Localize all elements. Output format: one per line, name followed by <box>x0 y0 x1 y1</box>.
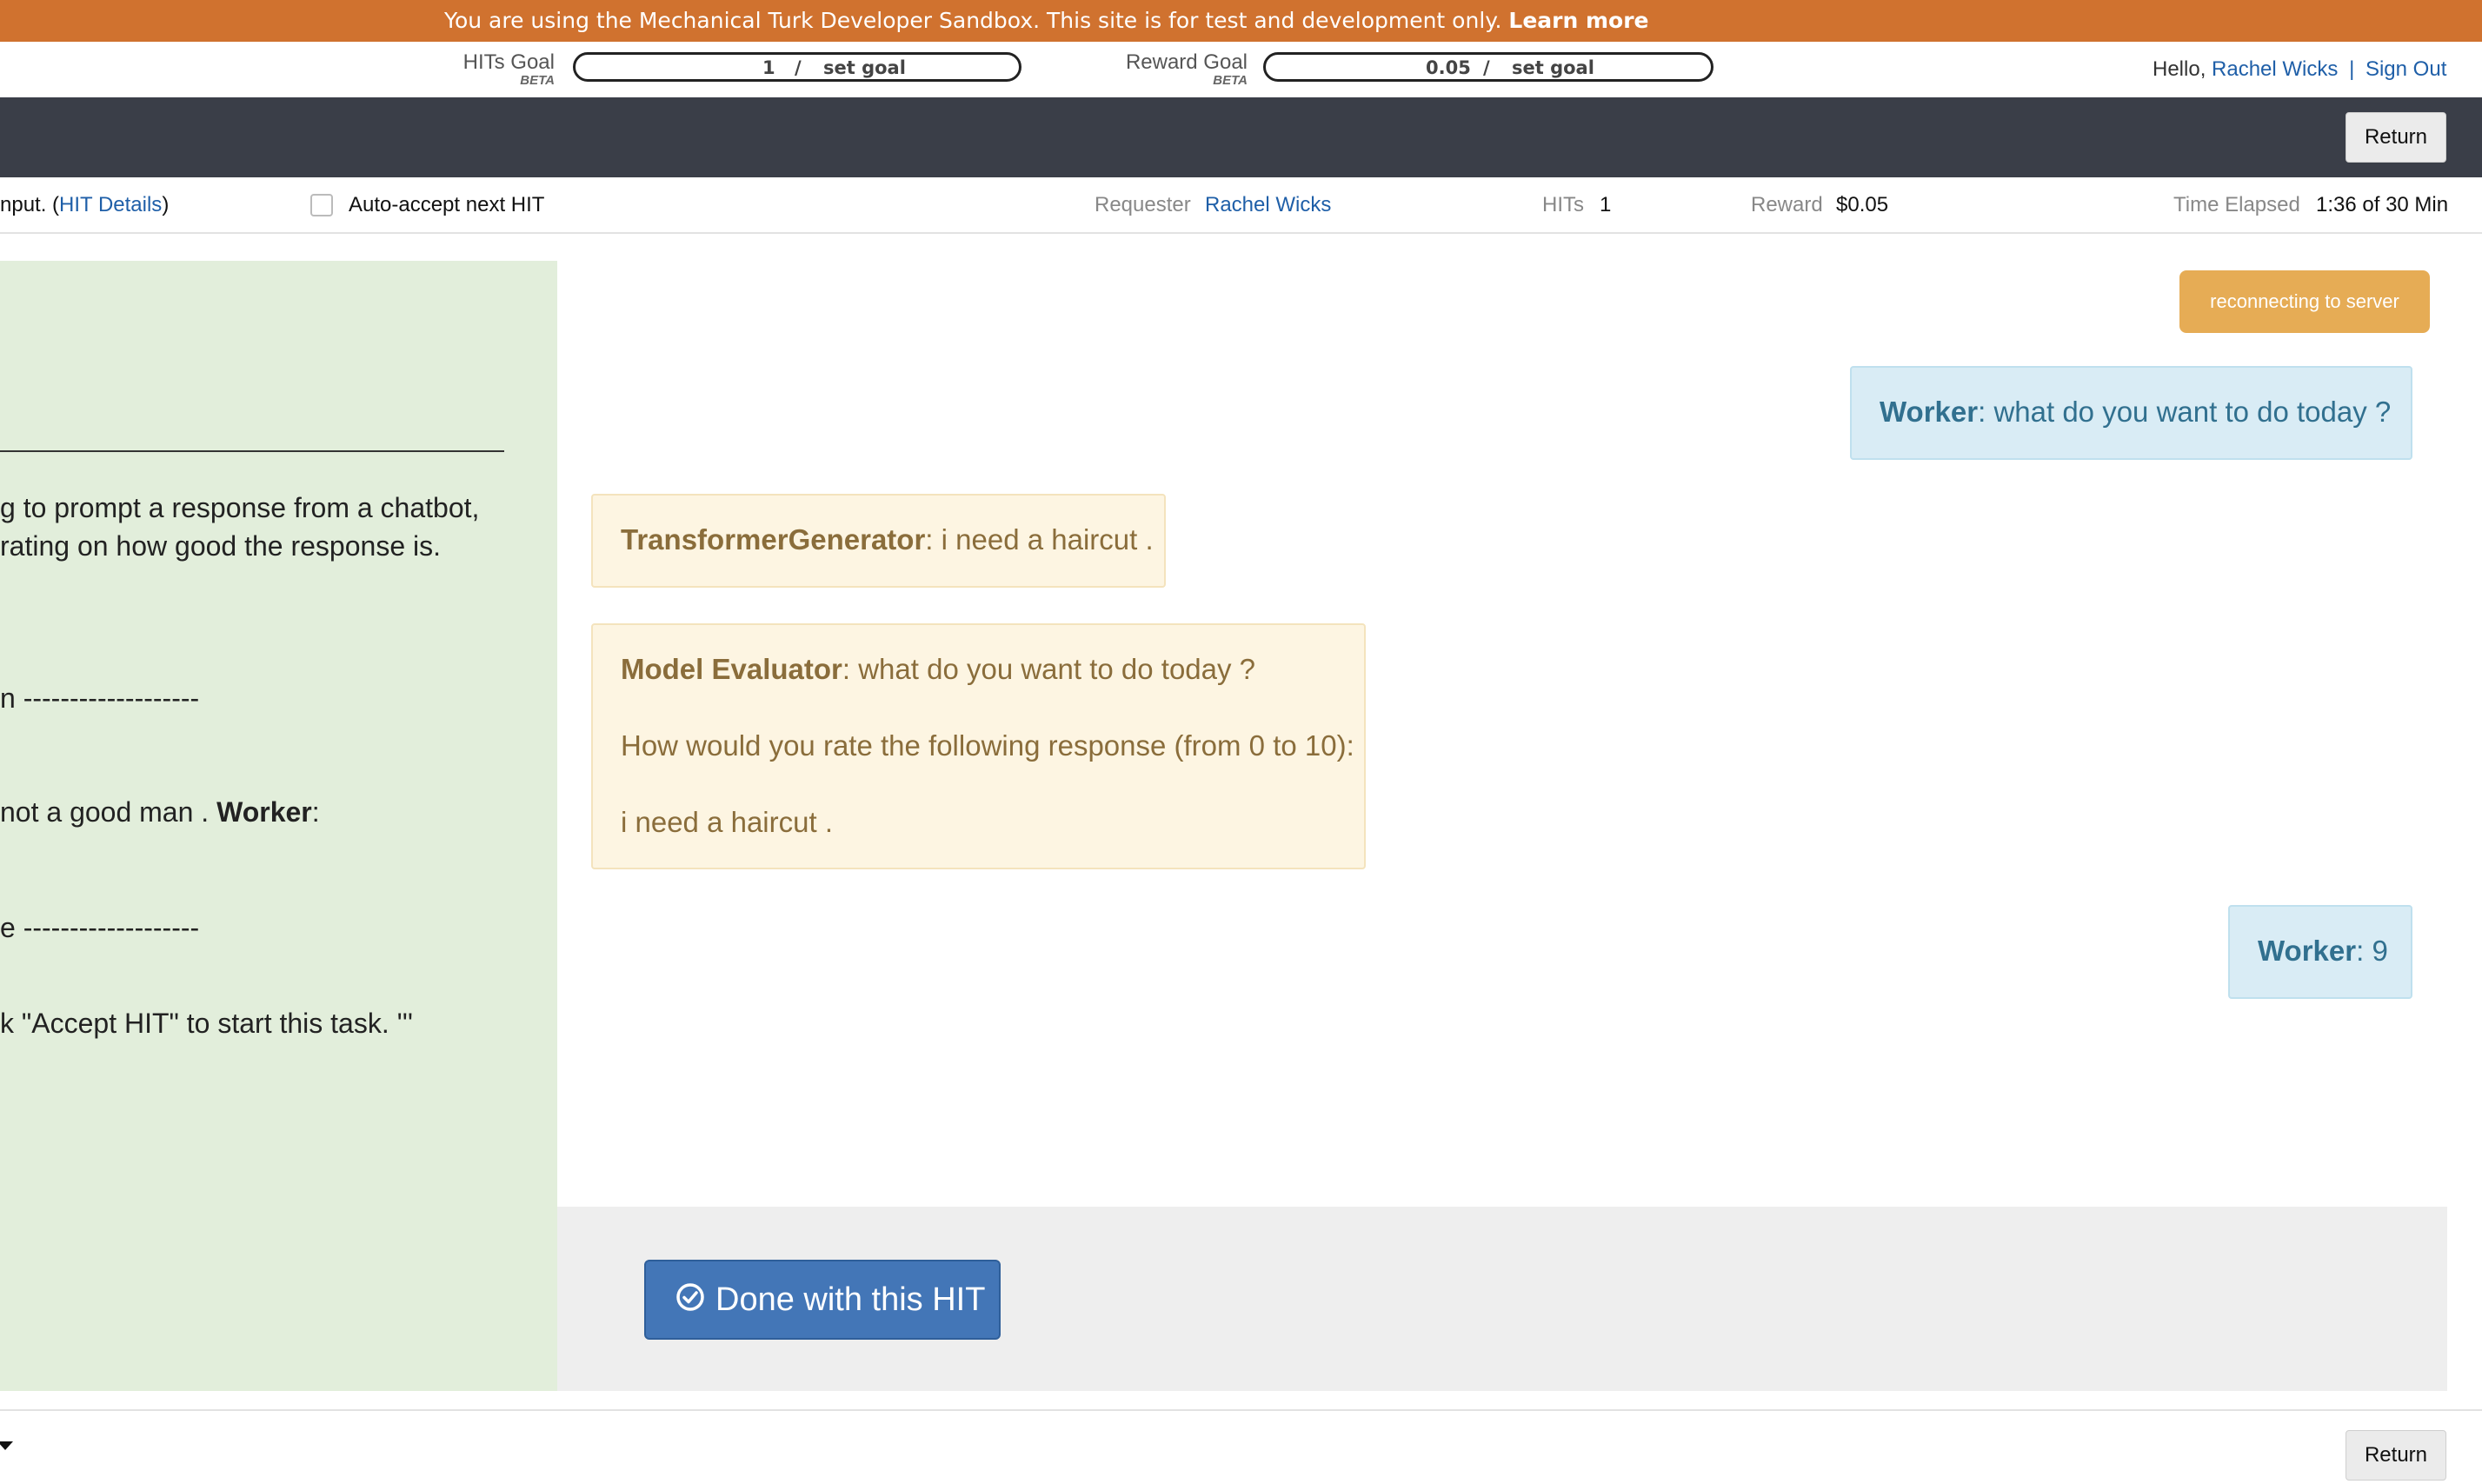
reward-set-goal[interactable]: set goal <box>1512 55 1594 81</box>
auto-accept-label: Auto-accept next HIT <box>349 193 545 216</box>
check-circle-icon <box>676 1283 704 1311</box>
time-elapsed-value: 1:36 of 30 Min <box>2316 193 2449 216</box>
done-button-label: Done with this HIT <box>715 1281 986 1318</box>
reward-label: Reward <box>1751 193 1823 216</box>
footer-bar: Return <box>0 1409 2482 1484</box>
instruction-line: k "Accept HIT" to start this task. ''' <box>0 1008 413 1039</box>
connection-status-badge: reconnecting to server <box>2179 270 2430 333</box>
return-button[interactable]: Return <box>2346 112 2446 163</box>
beta-tag: BETA <box>1213 73 1248 88</box>
user-separator: | <box>2349 57 2355 81</box>
divider <box>0 450 504 452</box>
instruction-line: n ------------------- <box>0 682 200 714</box>
requester-label: Requester <box>1095 193 1191 216</box>
return-button[interactable]: Return <box>2346 1430 2446 1481</box>
time-elapsed-label: Time Elapsed <box>2173 193 2300 216</box>
beta-tag: BETA <box>520 73 555 88</box>
sandbox-banner: You are using the Mechanical Turk Develo… <box>0 0 2482 42</box>
hits-value: 1 <box>1600 193 1612 216</box>
reward-value: $0.05 <box>1836 193 1889 216</box>
learn-more-link[interactable]: Learn more <box>1508 8 1648 33</box>
goal-separator: / <box>795 57 802 78</box>
chat-message-generator: TransformerGenerator: i need a haircut . <box>591 494 1166 588</box>
instruction-line: e ------------------- <box>0 912 200 943</box>
hits-goal-label: HITs Goal BETA <box>417 52 555 89</box>
goal-separator: / <box>1483 57 1490 78</box>
user-greeting: Hello, Rachel Wicks | Sign Out <box>2153 57 2446 82</box>
requester-name-link[interactable]: Rachel Wicks <box>1205 178 1331 232</box>
instruction-line: g to prompt a response from a chatbot, <box>0 492 480 523</box>
hits-label: HITs <box>1542 193 1584 216</box>
auto-accept-checkbox[interactable] <box>310 194 333 216</box>
hits-set-goal[interactable]: set goal <box>823 55 906 81</box>
chat-message-worker: Worker: 9 <box>2228 905 2412 999</box>
task-toolbar: Return <box>0 97 2482 177</box>
reward-goal-label: Reward Goal BETA <box>1095 52 1248 89</box>
chevron-down-icon[interactable] <box>0 1441 13 1450</box>
reward-goal-input[interactable]: 0.05 / set goal <box>1263 52 1713 82</box>
hit-title: nput. (HIT Details) <box>0 193 170 216</box>
chat-message-worker: Worker: what do you want to do today ? <box>1850 366 2412 460</box>
hit-info-bar: nput. (HIT Details) Auto-accept next HIT… <box>0 178 2482 234</box>
sign-out-link[interactable]: Sign Out <box>2366 57 2446 81</box>
banner-text: You are using the Mechanical Turk Develo… <box>444 8 1502 33</box>
hits-goal-value: 1 <box>762 57 775 78</box>
instructions-panel: g to prompt a response from a chatbot, r… <box>0 261 557 1391</box>
reward-goal-value: 0.05 <box>1426 57 1471 78</box>
user-name-link[interactable]: Rachel Wicks <box>2212 57 2338 81</box>
hit-details-link[interactable]: HIT Details <box>59 193 162 216</box>
done-with-hit-button[interactable]: Done with this HIT <box>644 1260 1001 1340</box>
hello-text: Hello, <box>2153 57 2206 81</box>
hits-goal-input[interactable]: 1 / set goal <box>573 52 1021 82</box>
chat-message-evaluator: Model Evaluator: what do you want to do … <box>591 623 1366 869</box>
instruction-line: rating on how good the response is. <box>0 530 441 562</box>
instruction-line: not a good man . Worker: <box>0 796 320 828</box>
